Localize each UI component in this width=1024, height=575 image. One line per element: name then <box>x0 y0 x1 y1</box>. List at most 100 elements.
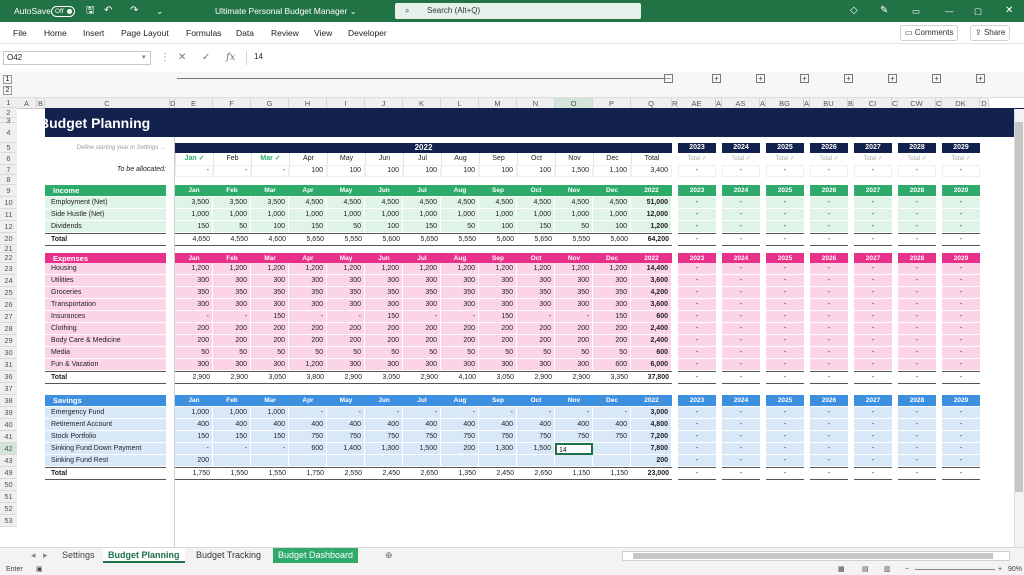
section-1-value[interactable]: 50 <box>593 347 631 359</box>
section-1-value[interactable]: 300 <box>251 299 289 311</box>
section-1-value[interactable]: 200 <box>403 335 441 347</box>
autosave-toggle[interactable]: Off <box>51 6 75 17</box>
section-1-value[interactable]: 200 <box>593 323 631 335</box>
section-1-value[interactable]: 300 <box>365 359 403 371</box>
section-1-value[interactable]: 1,200 <box>175 263 213 275</box>
section-1-value[interactable]: 300 <box>517 275 555 287</box>
section-2-value[interactable]: 1,300 <box>365 443 403 455</box>
section-1-value[interactable]: 200 <box>175 323 213 335</box>
section-1-value[interactable]: 6,000 <box>631 359 672 371</box>
section-2-value[interactable]: 4,800 <box>631 419 672 431</box>
section-0-value[interactable]: 1,000 <box>593 209 631 221</box>
section-1-value[interactable]: 1,200 <box>289 359 327 371</box>
section-2-value[interactable]: 750 <box>289 431 327 443</box>
ribbon-display-icon[interactable]: ▭ <box>912 0 920 22</box>
section-1-value[interactable]: 50 <box>213 347 251 359</box>
section-0-value[interactable]: 4,500 <box>593 197 631 209</box>
menu-view[interactable]: View <box>314 22 332 44</box>
section-2-value[interactable]: - <box>441 407 479 419</box>
zoom-level[interactable]: 90% <box>1008 564 1022 575</box>
section-2-value[interactable]: 1,000 <box>213 407 251 419</box>
close-icon[interactable]: ✕ <box>1005 0 1013 22</box>
section-2-value[interactable]: 150 <box>213 431 251 443</box>
section-2-value[interactable] <box>327 455 365 467</box>
section-2-value[interactable]: 750 <box>441 431 479 443</box>
scrollbar-thumb[interactable] <box>633 553 993 559</box>
section-0-value[interactable]: 4,500 <box>327 197 365 209</box>
restore-icon[interactable]: ▢ <box>974 0 982 22</box>
section-2-value[interactable] <box>479 455 517 467</box>
section-2-value[interactable]: - <box>479 407 517 419</box>
section-0-value[interactable]: 4,500 <box>365 197 403 209</box>
section-1-value[interactable]: 150 <box>365 311 403 323</box>
row-header-31[interactable]: 31 <box>0 359 17 371</box>
section-1-value[interactable]: 300 <box>441 275 479 287</box>
section-1-value[interactable]: 50 <box>555 347 593 359</box>
row-header-30[interactable]: 30 <box>0 347 17 359</box>
zoom-slider[interactable] <box>915 569 995 570</box>
section-1-value[interactable]: 2,400 <box>631 323 672 335</box>
section-1-value[interactable]: 300 <box>479 299 517 311</box>
section-1-value[interactable]: - <box>213 311 251 323</box>
sheet-title[interactable]: Budget Planning <box>39 113 150 133</box>
section-2-value[interactable] <box>555 455 593 467</box>
collapse-2022-button[interactable]: − <box>664 74 673 83</box>
redo-icon[interactable]: ↷ <box>130 0 138 22</box>
section-1-value[interactable]: - <box>175 311 213 323</box>
section-1-value[interactable]: 300 <box>555 359 593 371</box>
section-1-value[interactable]: 300 <box>593 275 631 287</box>
section-2-value[interactable]: 7,200 <box>631 431 672 443</box>
section-1-value[interactable]: 200 <box>479 323 517 335</box>
row-header-22[interactable]: 22 <box>0 253 17 263</box>
section-1-value[interactable]: 200 <box>403 323 441 335</box>
section-2-value[interactable]: 400 <box>593 419 631 431</box>
section-0-value[interactable]: 1,000 <box>555 209 593 221</box>
section-1-value[interactable]: 300 <box>517 299 555 311</box>
zoom-out-icon[interactable]: − <box>905 564 909 575</box>
row-header-6[interactable]: 6 <box>0 153 17 165</box>
section-0-value[interactable]: 1,000 <box>327 209 365 221</box>
expand-year-button-3[interactable]: + <box>844 74 853 83</box>
row-header-10[interactable]: 10 <box>0 197 17 209</box>
section-1-value[interactable]: 350 <box>289 287 327 299</box>
section-1-value[interactable]: 350 <box>555 287 593 299</box>
section-1-value[interactable]: 50 <box>403 347 441 359</box>
row-header-39[interactable]: 39 <box>0 407 17 419</box>
normal-view-icon[interactable]: ▦ <box>838 564 845 575</box>
row-header-21[interactable]: 21 <box>0 245 17 253</box>
section-2-value[interactable]: 600 <box>289 443 327 455</box>
expand-year-button-5[interactable]: + <box>932 74 941 83</box>
section-0-value[interactable]: 12,000 <box>631 209 672 221</box>
section-1-value[interactable]: 350 <box>441 287 479 299</box>
search-box[interactable]: ⌕ Search (Alt+Q) <box>395 3 641 19</box>
section-1-value[interactable]: 350 <box>251 287 289 299</box>
section-2-value[interactable]: 1,300 <box>479 443 517 455</box>
outline-level-2-button[interactable]: 2 <box>3 86 12 95</box>
section-2-value[interactable] <box>403 455 441 467</box>
section-1-value[interactable]: 200 <box>251 323 289 335</box>
section-1-value[interactable]: 350 <box>517 287 555 299</box>
row-header-50[interactable]: 50 <box>0 479 17 491</box>
section-2-value[interactable]: - <box>289 407 327 419</box>
section-1-value[interactable]: 200 <box>365 335 403 347</box>
page-break-icon[interactable]: ▥ <box>884 564 891 575</box>
section-2-value[interactable]: 150 <box>175 431 213 443</box>
menu-formulas[interactable]: Formulas <box>186 22 221 44</box>
section-2-value[interactable]: 400 <box>289 419 327 431</box>
section-2-value[interactable] <box>251 455 289 467</box>
section-1-value[interactable]: 300 <box>289 275 327 287</box>
section-0-value[interactable]: 1,000 <box>403 209 441 221</box>
section-1-value[interactable]: 200 <box>289 335 327 347</box>
section-1-value[interactable]: 200 <box>365 323 403 335</box>
section-2-value[interactable]: 400 <box>403 419 441 431</box>
section-2-value[interactable]: - <box>403 407 441 419</box>
cancel-icon[interactable]: ✕ <box>178 51 186 65</box>
section-1-value[interactable]: 600 <box>593 359 631 371</box>
section-1-value[interactable]: 1,200 <box>289 263 327 275</box>
section-1-value[interactable]: 600 <box>631 311 672 323</box>
section-2-value[interactable]: 750 <box>403 431 441 443</box>
row-header-43[interactable]: 43 <box>0 455 17 467</box>
section-0-value[interactable]: 1,000 <box>479 209 517 221</box>
diamond-icon[interactable]: ◇ <box>850 0 858 22</box>
section-0-value[interactable]: 1,000 <box>289 209 327 221</box>
